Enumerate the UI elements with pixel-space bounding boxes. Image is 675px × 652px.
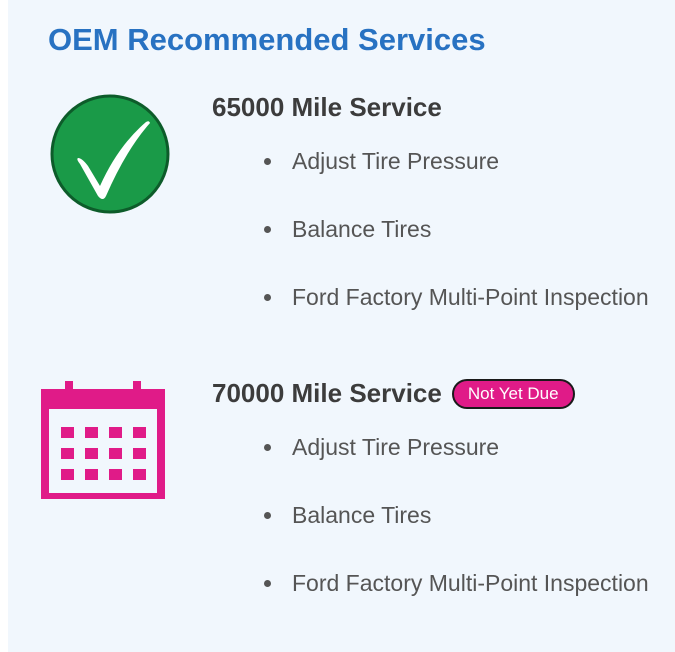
service-title-text: 70000 Mile Service: [212, 378, 442, 408]
bullet-icon: [264, 294, 271, 301]
bullet-icon: [264, 158, 271, 165]
list-item: Adjust Tire Pressure: [260, 430, 649, 498]
bullet-icon: [264, 580, 271, 587]
list-item: Balance Tires: [260, 498, 649, 566]
calendar-icon: [41, 381, 165, 501]
oem-services-panel: OEM Recommended Services 65000 Mile Serv…: [8, 0, 675, 652]
bullet-icon: [264, 512, 271, 519]
list-item-label: Adjust Tire Pressure: [292, 434, 500, 460]
list-item-label: Balance Tires: [292, 216, 432, 242]
service-title: 70000 Mile Service Not Yet Due: [212, 378, 575, 409]
list-item-label: Balance Tires: [292, 502, 432, 528]
list-item: Adjust Tire Pressure: [260, 144, 649, 212]
status-badge: Not Yet Due: [451, 378, 575, 409]
service-item-list: Adjust Tire Pressure Balance Tires Ford …: [260, 430, 649, 634]
list-item-label: Ford Factory Multi-Point Inspection: [292, 570, 649, 596]
bullet-icon: [264, 226, 271, 233]
list-item: Ford Factory Multi-Point Inspection: [260, 566, 649, 634]
checkmark-icon: [48, 92, 172, 216]
list-item-label: Adjust Tire Pressure: [292, 148, 500, 174]
section-title: OEM Recommended Services: [48, 22, 486, 57]
service-item-list: Adjust Tire Pressure Balance Tires Ford …: [260, 144, 649, 348]
list-item: Balance Tires: [260, 212, 649, 280]
list-item: Ford Factory Multi-Point Inspection: [260, 280, 649, 348]
service-title-text: 65000 Mile Service: [212, 92, 442, 122]
service-title: 65000 Mile Service: [212, 92, 442, 123]
bullet-icon: [264, 444, 271, 451]
list-item-label: Ford Factory Multi-Point Inspection: [292, 284, 649, 310]
